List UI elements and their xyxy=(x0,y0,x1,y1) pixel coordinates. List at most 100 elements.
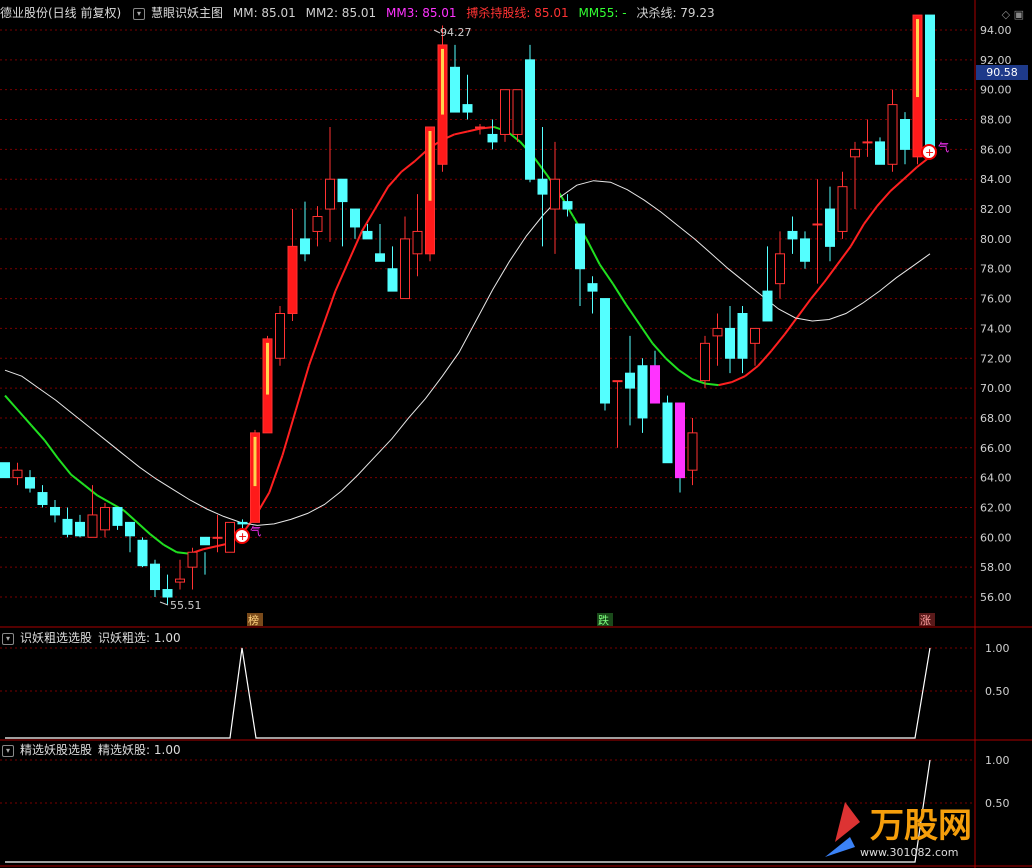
y-tick-label: 68.00 xyxy=(980,412,1012,425)
candle-body xyxy=(100,506,110,531)
mm55-segment xyxy=(70,473,85,486)
candle-body xyxy=(537,178,548,195)
watermark-brand: 万股网 xyxy=(870,806,972,846)
mm55-segment xyxy=(43,439,59,459)
candle-body xyxy=(550,178,560,210)
candle-body xyxy=(37,492,48,505)
candle-body xyxy=(125,521,135,537)
panel2-signal-line xyxy=(5,647,931,739)
candle-body xyxy=(75,521,85,537)
y-axis: 94.00 92.00 90.00 88.00 86.00 84.00 82.00 80.00… xyxy=(980,24,1012,810)
y-tick-label: 90.00 xyxy=(980,84,1012,97)
mm55-segment xyxy=(57,457,72,476)
mm55-segment xyxy=(678,369,693,380)
candle-body xyxy=(662,402,673,464)
candle-body xyxy=(25,477,35,489)
mm55-segment xyxy=(889,178,905,192)
candle-body xyxy=(612,380,623,383)
mm55-segment xyxy=(149,533,165,546)
plus-icon: + xyxy=(925,146,934,159)
candle-body xyxy=(600,298,610,404)
candle-body xyxy=(150,563,160,591)
candle-body xyxy=(112,506,123,526)
mm55-segment xyxy=(532,156,548,176)
candle-body xyxy=(62,518,73,535)
candle-body xyxy=(575,223,585,270)
mm55-segment xyxy=(718,381,733,387)
mm55-segment xyxy=(307,328,324,367)
candle-body xyxy=(925,14,935,158)
mm55-segment xyxy=(797,297,812,318)
y-tick-label: 58.00 xyxy=(980,561,1012,574)
kline-chart[interactable]: 94.00 92.00 90.00 88.00 86.00 84.00 82.00 80.00… xyxy=(0,0,1032,868)
candle-body xyxy=(375,253,385,262)
candle-body xyxy=(350,208,360,228)
y-tick-label: 88.00 xyxy=(980,114,1012,127)
candle-body xyxy=(862,141,873,144)
candle-body xyxy=(287,245,298,315)
mm55-segment xyxy=(97,494,112,504)
mm55-segment xyxy=(585,238,601,265)
candle-body xyxy=(50,506,60,516)
candle-body xyxy=(0,462,10,479)
mm55-segment xyxy=(625,303,641,325)
mm55-segment xyxy=(268,454,284,493)
panel3-signal-line xyxy=(5,759,931,863)
candle-body xyxy=(475,126,485,129)
grid-lines xyxy=(0,29,975,804)
candle-body xyxy=(237,521,248,525)
candle-body xyxy=(850,148,860,158)
candle-body xyxy=(725,327,735,359)
y-tick-label: 72.00 xyxy=(980,352,1012,365)
y-tick-label: 70.00 xyxy=(980,382,1012,395)
candle-highlight xyxy=(253,436,257,487)
candle-body xyxy=(750,327,760,344)
candle-body xyxy=(525,59,535,180)
candle-body xyxy=(175,578,185,583)
high-price-label: 94.27 xyxy=(440,26,472,39)
mm55-segment xyxy=(83,484,99,497)
candle-body xyxy=(412,230,423,255)
sub-y-tick-label: 1.00 xyxy=(985,642,1010,655)
candle-body xyxy=(625,372,635,389)
candle-body xyxy=(775,253,785,285)
mm55-segment xyxy=(836,245,852,265)
mm55-segment xyxy=(902,166,918,180)
mm55-segment xyxy=(400,160,416,173)
mm55-segment xyxy=(123,509,138,524)
candle-body xyxy=(875,141,885,165)
candle-body xyxy=(700,342,710,382)
candle-highlight xyxy=(441,48,444,115)
candle-body xyxy=(887,104,898,165)
mm55-segment xyxy=(783,315,799,335)
mm55-segment xyxy=(4,394,19,412)
mm55-segment xyxy=(163,543,178,554)
candle-body xyxy=(762,290,773,322)
signal-text-1: 气 xyxy=(250,524,261,538)
sub-y-tick-label: 0.50 xyxy=(985,685,1010,698)
candle-body xyxy=(587,283,598,292)
candle-body xyxy=(675,402,685,479)
candle-body xyxy=(512,89,523,135)
y-tick-label: 64.00 xyxy=(980,472,1012,485)
indicator-lines xyxy=(4,125,931,555)
candle-body xyxy=(812,223,823,226)
mm55-segment xyxy=(705,382,719,387)
candle-body xyxy=(500,89,510,135)
candle-body xyxy=(450,66,460,113)
candle-body xyxy=(362,230,373,240)
candle-body xyxy=(162,589,173,598)
candle-body xyxy=(837,186,848,232)
candle-body xyxy=(325,178,335,210)
candle-body xyxy=(225,521,235,553)
candle-body xyxy=(300,238,310,255)
candle-body xyxy=(312,216,323,232)
mm55-segment xyxy=(638,323,654,344)
y-tick-label: 74.00 xyxy=(980,322,1012,335)
candle-body xyxy=(187,551,198,568)
mm55-segment xyxy=(823,263,839,283)
plus-icon: + xyxy=(238,530,247,543)
rocket-icon xyxy=(835,802,860,842)
candle-highlight xyxy=(266,342,269,395)
mark-label-3: 涨 xyxy=(920,614,931,627)
